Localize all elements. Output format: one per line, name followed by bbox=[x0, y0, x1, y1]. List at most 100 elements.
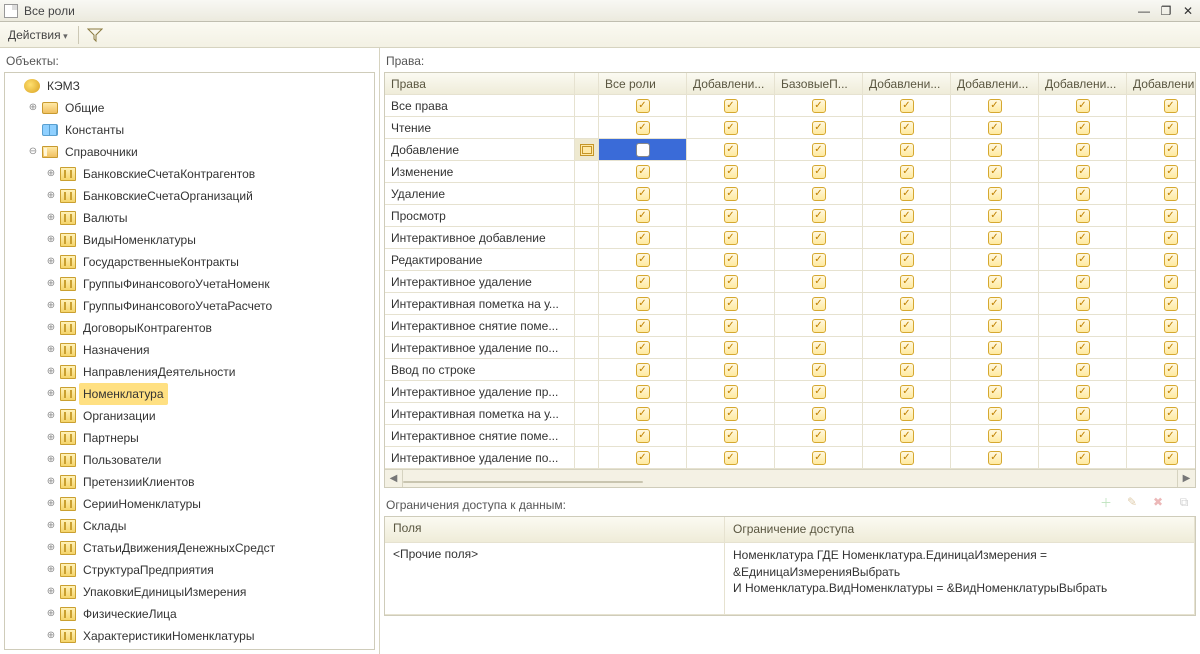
rights-checkbox-cell[interactable] bbox=[775, 249, 863, 271]
rights-row-label[interactable]: Все права bbox=[385, 95, 575, 117]
expand-toggle[interactable]: ⊕ bbox=[45, 168, 57, 180]
tree-item[interactable]: ПретензииКлиентов bbox=[79, 471, 199, 493]
checkbox-checked-icon[interactable] bbox=[1076, 187, 1090, 201]
tree-item[interactable]: СтруктураПредприятия bbox=[79, 559, 218, 581]
rights-checkbox-cell[interactable] bbox=[863, 139, 951, 161]
checkbox-checked-icon[interactable] bbox=[900, 429, 914, 443]
rights-checkbox-cell[interactable] bbox=[863, 183, 951, 205]
rights-row-label[interactable]: Редактирование bbox=[385, 249, 575, 271]
tree-directories[interactable]: Справочники bbox=[61, 141, 142, 163]
rights-checkbox-cell[interactable] bbox=[775, 403, 863, 425]
rights-checkbox-cell[interactable] bbox=[687, 95, 775, 117]
checkbox-checked-icon[interactable] bbox=[636, 363, 650, 377]
rights-checkbox-cell[interactable] bbox=[775, 271, 863, 293]
rights-checkbox-cell[interactable] bbox=[1127, 315, 1196, 337]
rights-checkbox-cell[interactable] bbox=[599, 337, 687, 359]
expand-toggle[interactable]: ⊕ bbox=[45, 278, 57, 290]
grid-header[interactable]: БазовыеП... bbox=[775, 73, 863, 95]
checkbox-checked-icon[interactable] bbox=[1076, 407, 1090, 421]
checkbox-checked-icon[interactable] bbox=[1164, 363, 1178, 377]
rights-row-icon-cell[interactable] bbox=[575, 315, 599, 337]
expand-toggle[interactable]: ⊕ bbox=[45, 542, 57, 554]
rights-row-label[interactable]: Интерактивная пометка на у... bbox=[385, 403, 575, 425]
rights-row-icon-cell[interactable] bbox=[575, 403, 599, 425]
checkbox-checked-icon[interactable] bbox=[1076, 99, 1090, 113]
tree-item[interactable]: Партнеры bbox=[79, 427, 143, 449]
rights-row-label[interactable]: Удаление bbox=[385, 183, 575, 205]
checkbox-checked-icon[interactable] bbox=[812, 275, 826, 289]
checkbox-checked-icon[interactable] bbox=[900, 297, 914, 311]
rights-row-label[interactable]: Интерактивное снятие поме... bbox=[385, 425, 575, 447]
restriction-delete-button[interactable]: ✖ bbox=[1148, 492, 1168, 512]
rights-checkbox-cell[interactable] bbox=[951, 227, 1039, 249]
checkbox-checked-icon[interactable] bbox=[724, 297, 738, 311]
expand-toggle[interactable]: ⊕ bbox=[45, 630, 57, 642]
rights-checkbox-cell[interactable] bbox=[1039, 337, 1127, 359]
rights-row-icon-cell[interactable] bbox=[575, 117, 599, 139]
checkbox-checked-icon[interactable] bbox=[988, 187, 1002, 201]
checkbox-checked-icon[interactable] bbox=[988, 209, 1002, 223]
restriction-copy-button[interactable]: ⧉ bbox=[1174, 492, 1194, 512]
checkbox-checked-icon[interactable] bbox=[900, 319, 914, 333]
rights-checkbox-cell[interactable] bbox=[1039, 315, 1127, 337]
rights-row-icon-cell[interactable] bbox=[575, 293, 599, 315]
checkbox-checked-icon[interactable] bbox=[1164, 319, 1178, 333]
checkbox-checked-icon[interactable] bbox=[812, 407, 826, 421]
grid-header[interactable]: Права bbox=[385, 73, 575, 95]
rights-checkbox-cell[interactable] bbox=[1039, 403, 1127, 425]
checkbox-checked-icon[interactable] bbox=[988, 363, 1002, 377]
rights-checkbox-cell[interactable] bbox=[687, 161, 775, 183]
rights-checkbox-cell[interactable] bbox=[1039, 117, 1127, 139]
checkbox-checked-icon[interactable] bbox=[988, 165, 1002, 179]
rights-checkbox-cell[interactable] bbox=[775, 381, 863, 403]
rights-checkbox-cell[interactable] bbox=[1039, 425, 1127, 447]
checkbox-checked-icon[interactable] bbox=[1076, 341, 1090, 355]
checkbox-checked-icon[interactable] bbox=[900, 209, 914, 223]
rights-checkbox-cell[interactable] bbox=[1039, 139, 1127, 161]
checkbox-checked-icon[interactable] bbox=[988, 231, 1002, 245]
checkbox-checked-icon[interactable] bbox=[636, 451, 650, 465]
checkbox-checked-icon[interactable] bbox=[988, 385, 1002, 399]
rights-checkbox-cell[interactable] bbox=[775, 139, 863, 161]
rights-checkbox-cell[interactable] bbox=[599, 95, 687, 117]
rights-checkbox-cell[interactable] bbox=[951, 183, 1039, 205]
rights-checkbox-cell[interactable] bbox=[951, 95, 1039, 117]
rights-checkbox-cell[interactable] bbox=[775, 337, 863, 359]
checkbox-checked-icon[interactable] bbox=[1164, 275, 1178, 289]
rights-checkbox-cell[interactable] bbox=[687, 403, 775, 425]
rights-checkbox-cell[interactable] bbox=[863, 271, 951, 293]
rights-checkbox-cell[interactable] bbox=[951, 161, 1039, 183]
rights-checkbox-cell[interactable] bbox=[599, 117, 687, 139]
rights-checkbox-cell[interactable] bbox=[599, 249, 687, 271]
tree-common[interactable]: Общие bbox=[61, 97, 108, 119]
rights-checkbox-cell[interactable] bbox=[599, 403, 687, 425]
checkbox-checked-icon[interactable] bbox=[988, 407, 1002, 421]
checkbox-checked-icon[interactable] bbox=[636, 143, 650, 157]
checkbox-checked-icon[interactable] bbox=[812, 429, 826, 443]
rights-checkbox-cell[interactable] bbox=[599, 139, 687, 161]
rights-checkbox-cell[interactable] bbox=[775, 293, 863, 315]
rights-checkbox-cell[interactable] bbox=[599, 161, 687, 183]
rights-checkbox-cell[interactable] bbox=[775, 117, 863, 139]
checkbox-checked-icon[interactable] bbox=[724, 385, 738, 399]
checkbox-checked-icon[interactable] bbox=[900, 231, 914, 245]
checkbox-checked-icon[interactable] bbox=[900, 341, 914, 355]
tree-item[interactable]: ГруппыФинансовогоУчетаРасчето bbox=[79, 295, 276, 317]
expand-toggle[interactable]: ⊕ bbox=[45, 234, 57, 246]
rights-checkbox-cell[interactable] bbox=[951, 381, 1039, 403]
checkbox-checked-icon[interactable] bbox=[988, 451, 1002, 465]
checkbox-checked-icon[interactable] bbox=[724, 253, 738, 267]
rights-checkbox-cell[interactable] bbox=[1127, 227, 1196, 249]
rights-row-label[interactable]: Интерактивное удаление по... bbox=[385, 337, 575, 359]
checkbox-checked-icon[interactable] bbox=[900, 275, 914, 289]
tree-constants[interactable]: Константы bbox=[61, 119, 128, 141]
rights-checkbox-cell[interactable] bbox=[951, 205, 1039, 227]
checkbox-checked-icon[interactable] bbox=[724, 143, 738, 157]
rights-checkbox-cell[interactable] bbox=[863, 293, 951, 315]
checkbox-checked-icon[interactable] bbox=[724, 319, 738, 333]
rights-checkbox-cell[interactable] bbox=[687, 315, 775, 337]
checkbox-checked-icon[interactable] bbox=[724, 231, 738, 245]
rights-row-label[interactable]: Просмотр bbox=[385, 205, 575, 227]
checkbox-checked-icon[interactable] bbox=[1164, 143, 1178, 157]
restrictions-row-fields[interactable]: <Прочие поля> bbox=[385, 543, 725, 615]
